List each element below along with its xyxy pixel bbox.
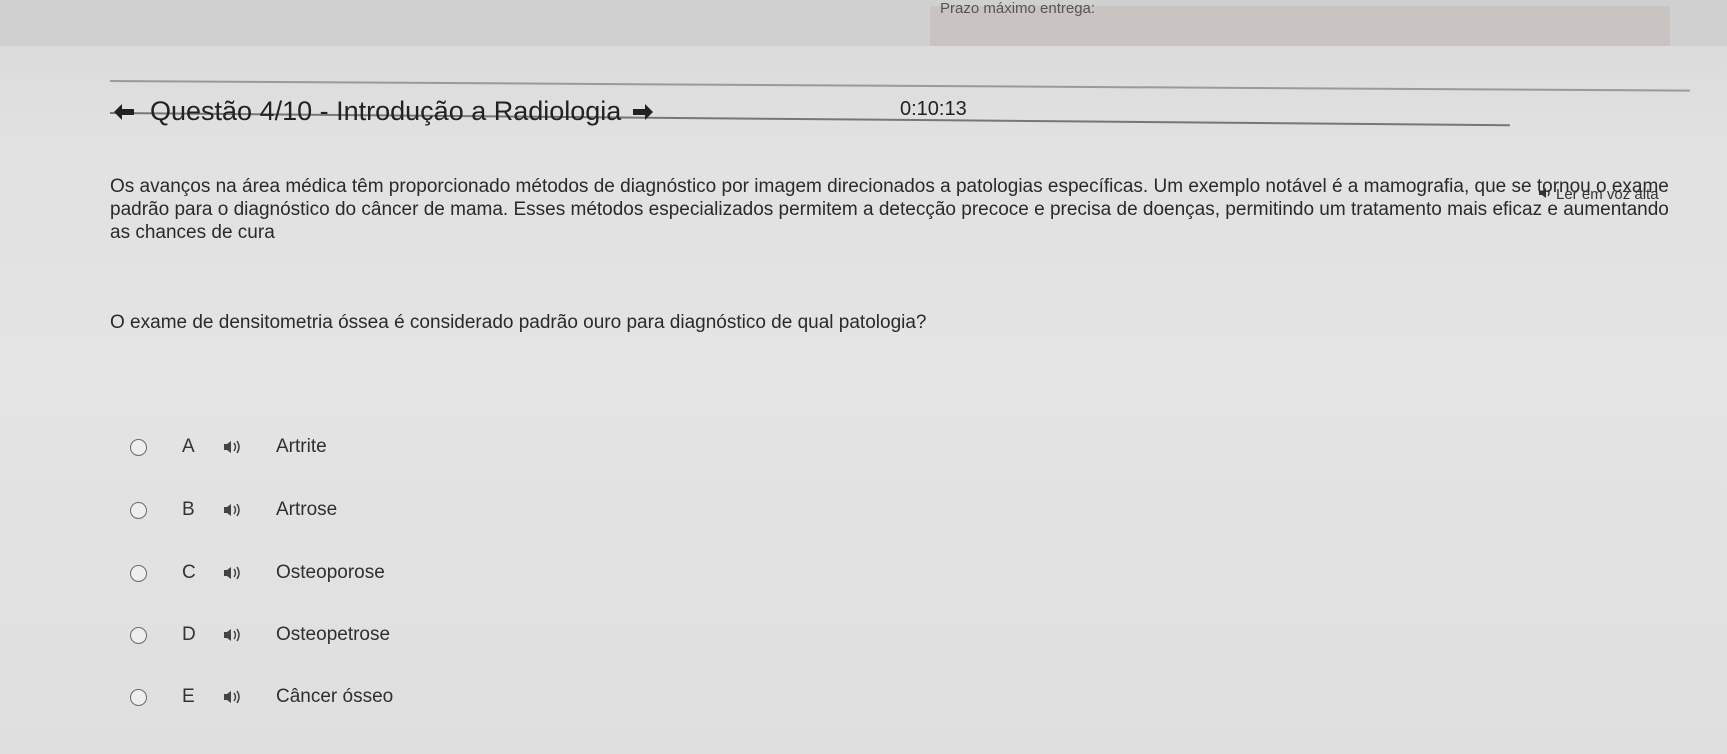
option-letter: B — [182, 499, 195, 520]
radio-c[interactable] — [130, 564, 147, 582]
option-letter: E — [182, 686, 195, 707]
option-a[interactable]: A Artrite — [130, 432, 327, 462]
arrow-right-icon[interactable] — [629, 98, 657, 126]
option-text: Osteopetrose — [276, 624, 391, 645]
deadline-label: Prazo máximo entrega: — [940, 0, 1096, 17]
option-letter: C — [182, 562, 196, 583]
radio-d[interactable] — [130, 626, 147, 644]
speaker-icon[interactable] — [222, 439, 242, 460]
speaker-icon[interactable] — [222, 502, 242, 523]
radio-a[interactable] — [130, 438, 147, 456]
radio-e[interactable] — [130, 688, 147, 706]
page-title: Questão 4/10 - Introdução a Radiologia — [150, 96, 622, 126]
option-c[interactable]: C Osteoporose — [130, 558, 385, 588]
timer: 0:10:13 — [900, 98, 967, 120]
question-text: O exame de densitometria óssea é conside… — [110, 312, 927, 333]
header-divider — [109, 80, 1690, 92]
speaker-icon[interactable] — [222, 689, 242, 710]
option-d[interactable]: D Osteopetrose — [130, 620, 390, 650]
option-letter: A — [182, 436, 195, 457]
question-context: Os avanços na área médica têm proporcion… — [110, 176, 1669, 243]
speaker-icon[interactable] — [222, 565, 242, 586]
speaker-icon[interactable] — [222, 627, 242, 648]
option-text: Artrose — [276, 499, 338, 520]
question-header: Questão 4/10 - Introdução a Radiologia — [110, 96, 657, 127]
option-text: Osteoporose — [276, 562, 385, 583]
option-letter: D — [182, 624, 196, 645]
radio-b[interactable] — [130, 501, 147, 519]
option-text: Câncer ósseo — [276, 686, 394, 707]
option-b[interactable]: B Artrose — [130, 495, 337, 525]
option-text: Artrite — [276, 436, 327, 457]
arrow-left-icon[interactable] — [110, 98, 138, 126]
option-e[interactable]: E Câncer ósseo — [130, 682, 393, 712]
